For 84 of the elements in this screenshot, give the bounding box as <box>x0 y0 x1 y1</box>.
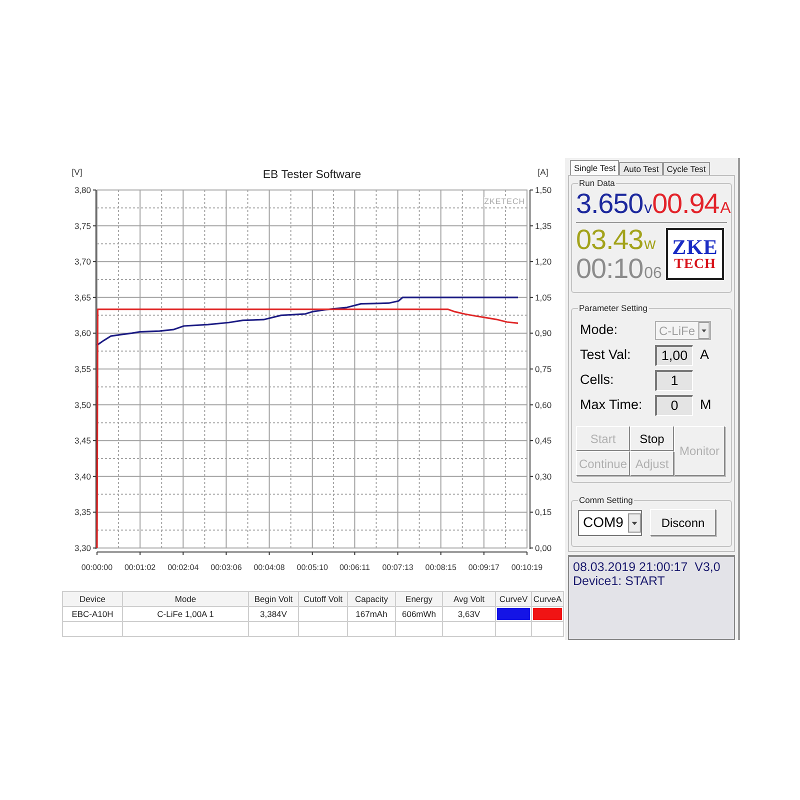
column-header: Mode <box>122 592 248 606</box>
chart-title: EB Tester Software <box>262 169 362 181</box>
axis-tick-label: 00:02:04 <box>168 563 199 572</box>
log-line: Device1: START <box>573 574 666 588</box>
input-field[interactable]: 1,00 <box>655 345 693 366</box>
axis-tick-label: 3,70 <box>74 256 91 267</box>
axis-tick-label: 00:03:06 <box>210 563 242 572</box>
disconnect-button[interactable]: Disconn <box>650 509 716 536</box>
axis-tick-label: 3,50 <box>74 400 91 410</box>
column-header: CurveA <box>532 592 564 606</box>
axis-tick-label: 3,75 <box>74 220 91 231</box>
axis-tick-label: 00:08:15 <box>425 563 456 572</box>
action-button[interactable]: Stop <box>630 426 674 451</box>
axis-tick-label: 00:01:02 <box>124 563 156 572</box>
field-label: Test Val: <box>579 346 632 364</box>
reading-suffix: v <box>644 201 652 217</box>
digital-reading: 00:10 <box>576 254 644 283</box>
axis-tick-label: 3,80 <box>74 185 91 195</box>
field-label: Cells: <box>579 371 615 390</box>
group-title: Run Data <box>578 178 616 188</box>
column-header: Cutoff Volt <box>298 592 348 606</box>
group-title: Comm Setting <box>578 495 634 505</box>
axis-tick-label: 0,45 <box>535 436 552 446</box>
axis-tick-label: 3,65 <box>74 292 91 302</box>
axis-tick-label: 00:05:10 <box>296 563 328 572</box>
input-field[interactable]: 1 <box>655 370 693 391</box>
table-cell: 3,63V <box>442 606 496 622</box>
axis-tick-label: 3,55 <box>74 364 91 374</box>
unit-label: A <box>700 346 710 364</box>
reading-suffix: w <box>644 237 656 253</box>
log-line: 08.03.2019 21:00:17 V3,0 <box>573 560 722 574</box>
axis-tick-label: 3,60 <box>74 328 91 338</box>
tab[interactable]: Single Test <box>570 160 620 175</box>
axis-unit-label: [V] <box>72 167 82 177</box>
field-label: Max Time: <box>579 396 644 414</box>
axis-tick-label: 00:10:19 <box>511 563 543 572</box>
column-header: Begin Volt <box>248 592 298 606</box>
table-cell: C-LiFe 1,00A 1 <box>122 606 248 622</box>
logo-text: TECH <box>674 258 716 272</box>
axis-tick-label: 0,15 <box>535 507 552 518</box>
column-header: Device <box>62 592 122 606</box>
axis-tick-label: 00:00:00 <box>81 563 113 572</box>
caret-down-icon <box>698 322 710 339</box>
field-label: Mode: <box>579 321 619 340</box>
axis-tick-label: 00:09:17 <box>468 563 500 572</box>
table-cell: 167mAh <box>348 606 396 622</box>
axis-tick-label: 00:06:11 <box>339 563 370 572</box>
axis-tick-label: 0,60 <box>535 400 552 410</box>
axis-tick-label: 00:04:08 <box>254 563 285 572</box>
axis-tick-label: 0,90 <box>535 328 552 338</box>
axis-tick-label: 3,40 <box>74 471 91 482</box>
table-cell: EBC-A10H <box>62 606 122 622</box>
axis-tick-label: 3,45 <box>74 436 91 446</box>
axis-tick-label: 1,35 <box>535 220 552 231</box>
table-cell: 3,384V <box>248 606 298 622</box>
column-header: Energy <box>396 592 442 606</box>
chart-brand-label: ZKETECH <box>484 197 525 206</box>
tab[interactable]: Auto Test <box>619 162 663 175</box>
axis-tick-label: 0,75 <box>535 364 552 374</box>
logo-text: ZKE <box>672 236 718 258</box>
axis-tick-label: 3,30 <box>74 543 91 553</box>
digital-reading: 03.43 <box>576 225 644 254</box>
reading-suffix: A <box>720 201 731 217</box>
reading-suffix: 06 <box>644 266 662 282</box>
tab[interactable]: Cycle Test <box>662 162 710 175</box>
group-title: Parameter Setting <box>578 303 649 313</box>
axis-tick-label: 0,00 <box>535 543 552 553</box>
axis-tick-label: 1,20 <box>535 256 552 267</box>
port-select[interactable]: COM9 <box>578 510 642 536</box>
axis-tick-label: 3,35 <box>74 507 91 518</box>
column-header: Avg Volt <box>442 592 496 606</box>
axis-tick-label: 1,50 <box>535 185 552 195</box>
input-field[interactable]: 0 <box>655 395 693 416</box>
unit-label: M <box>700 396 712 414</box>
caret-down-icon <box>628 510 641 534</box>
digital-reading: 3.650 <box>576 189 644 219</box>
axis-tick-label: 0,30 <box>535 471 552 482</box>
axis-tick-label: 1,05 <box>535 292 552 302</box>
axis-unit-label: [A] <box>538 167 548 177</box>
column-header: CurveV <box>496 592 532 606</box>
table-cell: 606mWh <box>396 606 442 622</box>
digital-reading: 00.94 <box>652 189 720 219</box>
axis-tick-label: 00:07:13 <box>382 563 414 572</box>
column-header: Capacity <box>348 592 396 606</box>
